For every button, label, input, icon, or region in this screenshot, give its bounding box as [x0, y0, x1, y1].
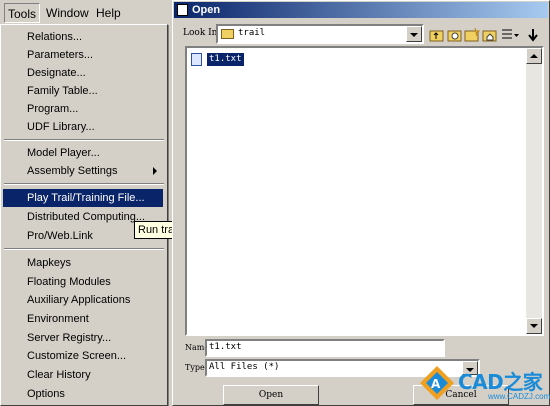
- menu-item-server-registry[interactable]: Server Registry...: [3, 329, 163, 347]
- view-list-icon[interactable]: [500, 27, 520, 43]
- tools-arrow-icon[interactable]: [525, 27, 541, 43]
- look-in-combo[interactable]: trail: [216, 24, 424, 44]
- menu-item-auxiliary-applications[interactable]: Auxiliary Applications: [3, 291, 163, 309]
- file-name: t1.txt: [207, 53, 244, 66]
- menu-item-assembly-settings[interactable]: Assembly Settings: [3, 162, 163, 180]
- open-button[interactable]: Open: [223, 385, 319, 405]
- tooltip: Run tra: [134, 221, 174, 239]
- dialog-title: Open: [192, 4, 221, 16]
- file-list[interactable]: t1.txt: [185, 46, 544, 336]
- menu-item-udf-library[interactable]: UDF Library...: [3, 118, 163, 136]
- dialog-icon: [177, 4, 188, 16]
- type-label: Type: [185, 363, 205, 372]
- menu-window[interactable]: Window: [43, 3, 92, 23]
- menu-help[interactable]: Help: [93, 3, 124, 23]
- menu-item-label: Assembly Settings: [27, 165, 118, 177]
- menu-item-clear-history[interactable]: Clear History: [3, 366, 163, 384]
- name-value: t1.txt: [209, 342, 242, 352]
- menu-item-label: Clear History: [27, 369, 91, 381]
- menu-bar: Tools Window Help: [0, 0, 172, 24]
- name-field[interactable]: t1.txt: [205, 339, 445, 357]
- scroll-up-button[interactable]: [526, 48, 542, 64]
- menu-item-parameters[interactable]: Parameters...: [3, 46, 163, 64]
- open-dialog: Open Look In trail t1.txt Name t1.txt Ty…: [172, 0, 550, 406]
- scroll-down-button[interactable]: [526, 318, 542, 334]
- type-value: All Files (*): [209, 362, 280, 372]
- menu-item-program[interactable]: Program...: [3, 100, 163, 118]
- watermark-site: www.CADZJ.com: [488, 392, 550, 401]
- menu-item-label: Distributed Computing...: [27, 211, 145, 223]
- look-in-dropdown-button[interactable]: [406, 26, 422, 42]
- file-icon: [191, 53, 202, 66]
- favorites-icon[interactable]: [447, 27, 463, 43]
- menu-item-play-trail[interactable]: Play Trail/Training File...: [3, 189, 163, 207]
- menu-item-model-player[interactable]: Model Player...: [3, 144, 163, 162]
- menu-item-label: Play Trail/Training File...: [27, 192, 145, 204]
- new-folder-icon[interactable]: [464, 27, 480, 43]
- menu-item-designate[interactable]: Designate...: [3, 64, 163, 82]
- tools-menu: Relations... Parameters... Designate... …: [0, 24, 168, 406]
- watermark-brand: CAD之家: [458, 370, 543, 394]
- menu-separator: [4, 183, 164, 185]
- submenu-arrow-icon: [153, 167, 157, 175]
- menu-item-customize-screen[interactable]: Customize Screen...: [3, 347, 163, 365]
- menu-item-label: Environment: [27, 313, 89, 325]
- svg-text:A: A: [431, 377, 441, 391]
- watermark: A CAD之家 www.CADZJ.com: [418, 362, 550, 406]
- up-folder-icon[interactable]: [429, 27, 445, 43]
- folder-icon: [221, 29, 234, 39]
- menu-tools[interactable]: Tools: [4, 3, 41, 23]
- menu-separator: [4, 248, 164, 250]
- menu-item-mapkeys[interactable]: A Mapkeys: [3, 254, 163, 272]
- menu-item-options[interactable]: Options: [3, 385, 163, 403]
- menu-item-label: Mapkeys: [27, 257, 72, 269]
- menu-item-floating-modules[interactable]: Floating Modules: [3, 273, 163, 291]
- menu-item-family-table[interactable]: Family Table...: [3, 82, 163, 100]
- vertical-scrollbar[interactable]: [526, 48, 542, 334]
- home-folder-icon[interactable]: [482, 27, 498, 43]
- menu-separator: [4, 139, 164, 141]
- cad-logo-icon: A: [420, 366, 454, 400]
- look-in-value: trail: [238, 28, 266, 38]
- menu-item-environment[interactable]: Environment: [3, 310, 163, 328]
- menu-item-relations[interactable]: Relations...: [3, 28, 163, 46]
- look-in-label: Look In: [183, 28, 218, 38]
- dialog-titlebar: Open: [174, 2, 548, 18]
